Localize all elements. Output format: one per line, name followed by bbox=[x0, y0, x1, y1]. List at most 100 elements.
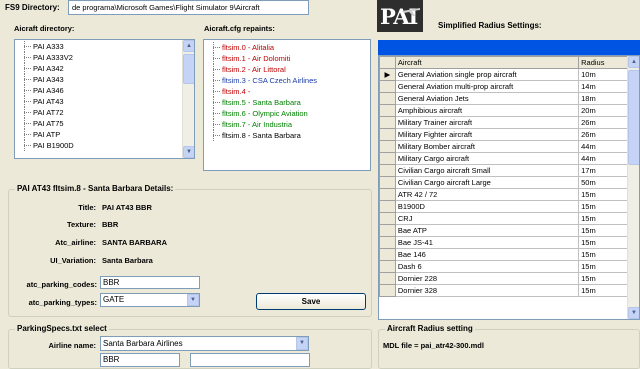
scroll-down-button[interactable]: ▼ bbox=[628, 307, 639, 319]
tree-item[interactable]: fltsim.2 - Air Littoral bbox=[204, 64, 370, 75]
tree-item[interactable]: PAI AT75 bbox=[15, 118, 194, 129]
radius-cell[interactable]: 17m bbox=[578, 164, 628, 177]
airline-name-select[interactable]: Santa Barbara Airlines ▼ bbox=[100, 336, 309, 351]
tree-item[interactable]: PAI A343 bbox=[15, 74, 194, 85]
tree-item[interactable]: PAI AT43 bbox=[15, 96, 194, 107]
aircraft-cell[interactable]: Bae JS-41 bbox=[394, 236, 580, 249]
table-row[interactable]: Military Bomber aircraft 44m bbox=[379, 140, 628, 153]
tree-item[interactable]: fltsim.8 - Santa Barbara bbox=[204, 130, 370, 141]
radius-cell[interactable]: 15m bbox=[578, 224, 628, 237]
table-row[interactable]: Bae JS-41 15m bbox=[379, 236, 628, 249]
tree-item[interactable]: fltsim.3 - CSA Czech Airlines bbox=[204, 75, 370, 86]
table-row[interactable]: ATR 42 / 72 15m bbox=[379, 188, 628, 201]
radius-cell[interactable]: 10m bbox=[578, 68, 628, 81]
aircraft-cell[interactable]: ATR 42 / 72 bbox=[394, 188, 580, 201]
aircraft-cell[interactable]: Bae 146 bbox=[394, 248, 580, 261]
tree-item[interactable]: PAI A346 bbox=[15, 85, 194, 96]
aircraft-cell[interactable]: Dornier 328 bbox=[394, 284, 580, 297]
aircraft-cell[interactable]: Civilian Cargo aircraft Small bbox=[394, 164, 580, 177]
scroll-up-button[interactable]: ▲ bbox=[628, 56, 639, 68]
aircraft-cell[interactable]: Amphibious aircraft bbox=[394, 104, 580, 117]
aircraft-cell[interactable]: General Aviation single prop aircraft bbox=[394, 68, 580, 81]
radius-table[interactable]: Aircraft Radius ▶ General Aviation single… bbox=[378, 55, 640, 320]
aircraft-cell[interactable]: Military Bomber aircraft bbox=[394, 140, 580, 153]
radius-cell[interactable]: 26m bbox=[578, 116, 628, 129]
aircraft-cell[interactable]: Military Fighter aircraft bbox=[394, 128, 580, 141]
radius-cell[interactable]: 15m bbox=[578, 236, 628, 249]
table-row[interactable]: Dornier 328 15m bbox=[379, 284, 628, 297]
radius-cell[interactable]: 44m bbox=[578, 140, 628, 153]
aircraft-directory-scrollbar[interactable]: ▲ ▼ bbox=[182, 40, 194, 158]
radius-cell[interactable]: 15m bbox=[578, 260, 628, 273]
tree-item[interactable]: PAI A333 bbox=[15, 41, 194, 52]
row-header bbox=[379, 248, 396, 261]
radius-cell[interactable]: 15m bbox=[578, 284, 628, 297]
radius-cell[interactable]: 18m bbox=[578, 92, 628, 105]
scroll-up-button[interactable]: ▲ bbox=[183, 40, 194, 52]
tree-item[interactable]: PAI A333V2 bbox=[15, 52, 194, 63]
tree-item[interactable]: PAI A342 bbox=[15, 63, 194, 74]
aircraft-cell[interactable]: Dornier 228 bbox=[394, 272, 580, 285]
column-header-radius[interactable]: Radius bbox=[578, 56, 628, 69]
tree-item[interactable]: PAI AT72 bbox=[15, 107, 194, 118]
tree-item[interactable]: fltsim.0 - Alitalia bbox=[204, 42, 370, 53]
aircraft-cell[interactable]: Dash 6 bbox=[394, 260, 580, 273]
aircraft-cell[interactable]: CRJ bbox=[394, 212, 580, 225]
radius-cell[interactable]: 14m bbox=[578, 80, 628, 93]
save-button[interactable]: Save bbox=[256, 293, 366, 310]
tree-item[interactable]: fltsim.1 - Air Dolomiti bbox=[204, 53, 370, 64]
table-row[interactable]: Amphibious aircraft 20m bbox=[379, 104, 628, 117]
parking-types-select[interactable]: GATE ▼ bbox=[100, 293, 200, 307]
atc-airline-value: SANTA BARBARA bbox=[102, 238, 167, 247]
table-row[interactable]: General Aviation multi-prop aircraft 14m bbox=[379, 80, 628, 93]
fs9-directory-field[interactable]: de programa\Microsoft Games\Flight Simul… bbox=[68, 0, 309, 15]
parking-codes-input[interactable]: BBR bbox=[100, 276, 200, 289]
parkingspecs-extra-field[interactable] bbox=[190, 353, 310, 367]
table-row[interactable]: ▶ General Aviation single prop aircraft 10… bbox=[379, 68, 628, 81]
column-header-aircraft[interactable]: Aircraft bbox=[394, 56, 580, 69]
table-row[interactable]: Military Trainer aircraft 26m bbox=[379, 116, 628, 129]
table-row[interactable]: Civilian Cargo aircraft Large 50m bbox=[379, 176, 628, 189]
aircraft-cell[interactable]: Civilian Cargo aircraft Large bbox=[394, 176, 580, 189]
radius-cell[interactable]: 15m bbox=[578, 272, 628, 285]
chevron-down-icon[interactable]: ▼ bbox=[187, 294, 199, 306]
repaints-list[interactable]: fltsim.0 - Alitalia fltsim.1 - Air Dolom… bbox=[203, 39, 371, 171]
table-row[interactable]: Military Fighter aircraft 26m bbox=[379, 128, 628, 141]
aircraft-directory-list[interactable]: PAI A333 PAI A333V2 PAI A342 PAI A343 PA… bbox=[14, 39, 195, 159]
airline-code-select[interactable]: BBR bbox=[100, 353, 180, 367]
radius-cell[interactable]: 44m bbox=[578, 152, 628, 165]
radius-cell[interactable]: 15m bbox=[578, 248, 628, 261]
scroll-down-button[interactable]: ▼ bbox=[183, 146, 194, 158]
tree-item[interactable]: PAI B1900D bbox=[15, 140, 194, 151]
table-row[interactable]: Dash 6 15m bbox=[379, 260, 628, 273]
radius-cell[interactable]: 50m bbox=[578, 176, 628, 189]
table-row[interactable]: B1900D 15m bbox=[379, 200, 628, 213]
radius-cell[interactable]: 26m bbox=[578, 128, 628, 141]
tree-item[interactable]: fltsim.7 - Air Industria bbox=[204, 119, 370, 130]
tree-item[interactable]: fltsim.4 - bbox=[204, 86, 370, 97]
aircraft-cell[interactable]: General Aviation multi-prop aircraft bbox=[394, 80, 580, 93]
chevron-down-icon[interactable]: ▼ bbox=[296, 337, 308, 350]
radius-cell[interactable]: 15m bbox=[578, 188, 628, 201]
aircraft-cell[interactable]: Bae ATP bbox=[394, 224, 580, 237]
table-row[interactable]: CRJ 15m bbox=[379, 212, 628, 225]
radius-table-scrollbar[interactable]: ▲ ▼ bbox=[627, 56, 639, 319]
table-row[interactable]: Bae ATP 15m bbox=[379, 224, 628, 237]
radius-cell[interactable]: 20m bbox=[578, 104, 628, 117]
aircraft-cell[interactable]: B1900D bbox=[394, 200, 580, 213]
tree-item[interactable]: fltsim.5 - Santa Barbara bbox=[204, 97, 370, 108]
tree-item[interactable]: fltsim.6 - Olympic Aviation bbox=[204, 108, 370, 119]
radius-cell[interactable]: 15m bbox=[578, 212, 628, 225]
table-row[interactable]: Military Cargo aircraft 44m bbox=[379, 152, 628, 165]
radius-cell[interactable]: 15m bbox=[578, 200, 628, 213]
scroll-thumb[interactable] bbox=[628, 70, 639, 165]
table-row[interactable]: Civilian Cargo aircraft Small 17m bbox=[379, 164, 628, 177]
aircraft-cell[interactable]: Military Cargo aircraft bbox=[394, 152, 580, 165]
aircraft-cell[interactable]: Military Trainer aircraft bbox=[394, 116, 580, 129]
table-row[interactable]: Dornier 228 15m bbox=[379, 272, 628, 285]
aircraft-cell[interactable]: General Aviation Jets bbox=[394, 92, 580, 105]
table-row[interactable]: General Aviation Jets 18m bbox=[379, 92, 628, 105]
scroll-thumb[interactable] bbox=[183, 54, 194, 84]
table-row[interactable]: Bae 146 15m bbox=[379, 248, 628, 261]
tree-item[interactable]: PAI ATP bbox=[15, 129, 194, 140]
